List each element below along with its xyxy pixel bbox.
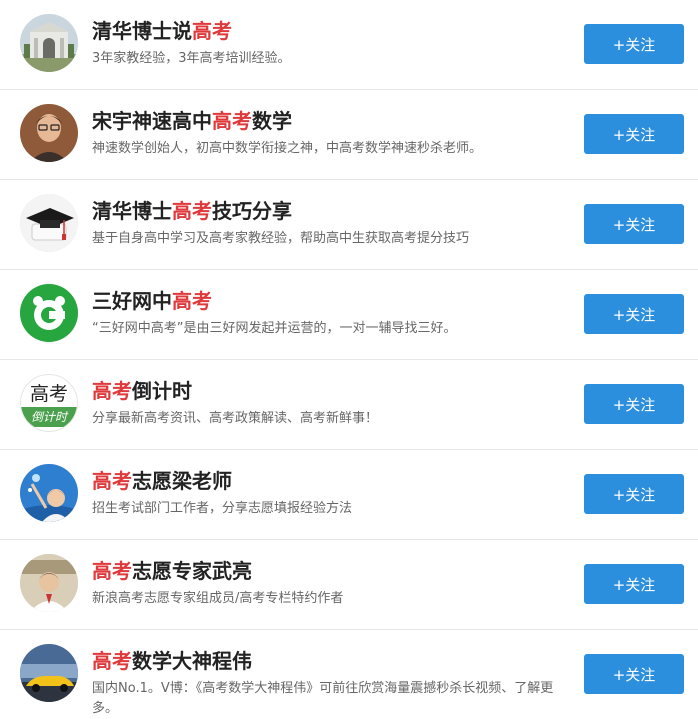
university-gate-icon[interactable]: [20, 14, 78, 72]
avatar-text-bottom: 倒计时: [21, 407, 77, 427]
account-title[interactable]: 高考志愿专家武亮: [92, 557, 252, 585]
account-description: 招生考试部门工作者，分享志愿填报经验方法: [92, 501, 353, 516]
follow-button[interactable]: +关注: [584, 564, 684, 604]
account-description: 新浪高考志愿专家组成员/高考专栏特约作者: [92, 591, 344, 606]
follow-button[interactable]: +关注: [584, 204, 684, 244]
person-portrait-icon[interactable]: [20, 554, 78, 612]
list-item: 高考数学大神程伟 国内No.1。V博：《高考数学大神程伟》可前往欣赏海量震撼秒杀…: [0, 630, 698, 718]
list-item: 清华博士说高考 3年家教经验，3年高考培训经验。 +关注: [0, 0, 698, 90]
follow-button[interactable]: +关注: [584, 384, 684, 424]
account-title[interactable]: 三好网中高考: [92, 287, 212, 315]
account-title[interactable]: 高考倒计时: [92, 377, 192, 405]
follow-button[interactable]: +关注: [584, 654, 684, 694]
sanhao-logo-icon[interactable]: [20, 284, 78, 342]
account-description: 神速数学创始人，初高中数学衔接之神，中高考数学神速秒杀老师。: [92, 141, 483, 156]
avatar-text-top: 高考: [29, 383, 68, 405]
account-description: “三好网中高考”是由三好网发起并运营的，一对一辅导找三好。: [92, 321, 457, 336]
account-description: 国内No.1。V博：《高考数学大神程伟》可前往欣赏海量震撼秒杀长视频、了解更多。: [92, 681, 554, 716]
list-item: 清华博士高考技巧分享 基于自身高中学习及高考家教经验，帮助高中生获取高考提分技巧…: [0, 180, 698, 270]
account-description: 基于自身高中学习及高考家教经验，帮助高中生获取高考提分技巧: [92, 231, 470, 246]
person-blue-sky-icon[interactable]: [20, 464, 78, 522]
account-description: 3年家教经验，3年高考培训经验。: [92, 51, 291, 66]
list-item: 宋宇神速高中高考数学 神速数学创始人，初高中数学衔接之神，中高考数学神速秒杀老师…: [0, 90, 698, 180]
account-title[interactable]: 高考数学大神程伟: [92, 647, 252, 675]
graduation-cap-icon[interactable]: [20, 194, 78, 252]
account-description: 分享最新高考资讯、高考政策解读、高考新鲜事！: [92, 411, 379, 426]
follow-button[interactable]: +关注: [584, 294, 684, 334]
list-item: 高考志愿专家武亮 新浪高考志愿专家组成员/高考专栏特约作者 +关注: [0, 540, 698, 630]
account-title[interactable]: 高考志愿梁老师: [92, 467, 232, 495]
account-list: 清华博士说高考 3年家教经验，3年高考培训经验。 +关注 宋宇神速高中高考数学 …: [0, 0, 698, 718]
list-item: 高考 倒计时 高考倒计时 分享最新高考资讯、高考政策解读、高考新鲜事！ +关注: [0, 360, 698, 450]
sports-car-icon[interactable]: [20, 644, 78, 702]
follow-button[interactable]: +关注: [584, 474, 684, 514]
account-title[interactable]: 清华博士说高考: [92, 17, 232, 45]
follow-button[interactable]: +关注: [584, 24, 684, 64]
countdown-text-icon[interactable]: 高考 倒计时: [20, 374, 78, 432]
account-title[interactable]: 清华博士高考技巧分享: [92, 197, 292, 225]
list-item: 高考志愿梁老师 招生考试部门工作者，分享志愿填报经验方法 +关注: [0, 450, 698, 540]
account-title[interactable]: 宋宇神速高中高考数学: [92, 107, 292, 135]
list-item: 三好网中高考 “三好网中高考”是由三好网发起并运营的，一对一辅导找三好。 +关注: [0, 270, 698, 360]
follow-button[interactable]: +关注: [584, 114, 684, 154]
person-portrait-icon[interactable]: [20, 104, 78, 162]
